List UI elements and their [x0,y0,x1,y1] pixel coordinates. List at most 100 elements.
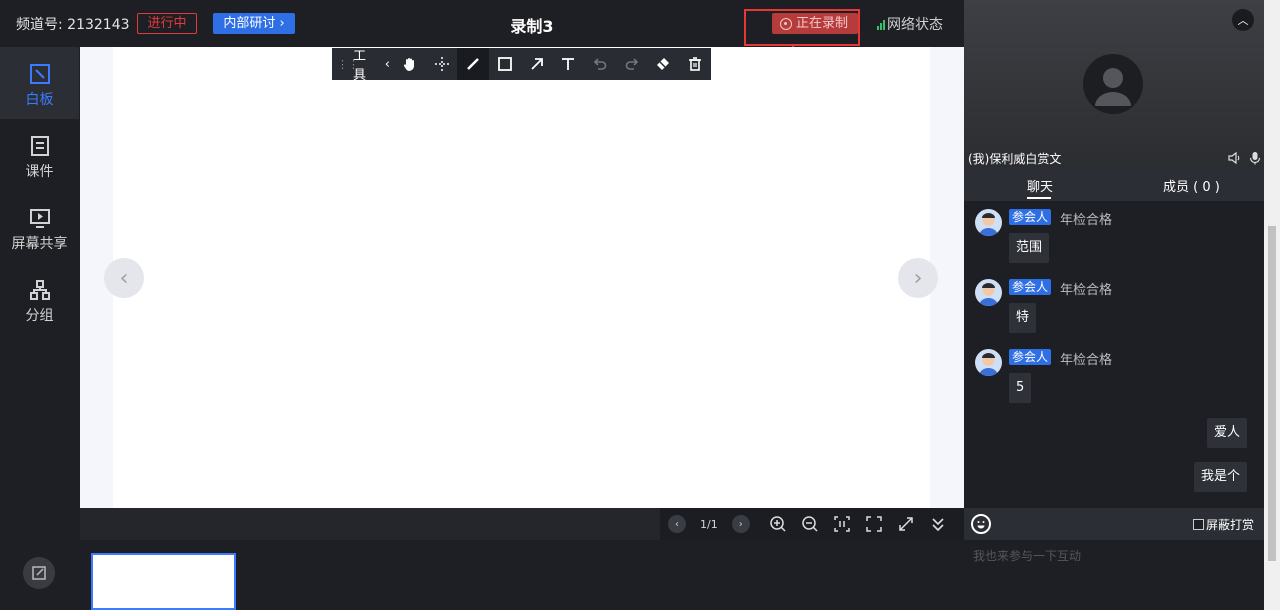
sidebar-item-screen-share[interactable]: 屏幕共享 [0,191,79,263]
next-page-button[interactable]: › [898,258,938,298]
clear-button[interactable] [679,48,711,80]
participant-avatar-icon [975,349,1002,376]
double-chevron-down-icon [932,518,944,532]
sender-name: 年检合格 [1060,283,1113,298]
page-thumbnail[interactable] [91,553,236,610]
group-icon [29,280,50,300]
actual-size-icon [833,516,850,532]
rectangle-tool-button[interactable] [489,48,521,80]
rectangle-icon [498,57,512,71]
whiteboard-icon [29,64,50,84]
user-avatar-icon [1083,54,1143,114]
panel-tabs: 聊天 成员 ( 0 ) [964,167,1264,201]
page-controls: ‹ 1/1 › [660,508,964,540]
redo-icon [625,58,638,70]
courseware-icon [30,136,49,156]
sidebar-item-label: 屏幕共享 [11,236,68,252]
role-tag: 参会人 [1009,209,1052,225]
participant-avatar-icon [975,279,1002,306]
eraser-icon [657,58,670,70]
fit-button[interactable] [890,508,922,540]
prev-page-small-button[interactable]: ‹ [668,515,686,533]
video-controls [1228,151,1262,165]
zoom-out-icon [801,516,818,532]
participant-avatar-icon [975,209,1002,236]
popout-button[interactable] [23,557,55,589]
fit-width-icon [898,517,913,531]
trash-icon [689,57,702,71]
page-title: 录制3 [510,17,554,36]
chat-input[interactable]: 我也来参与一下互动 [964,540,1264,610]
pen-tool-button[interactable] [457,48,490,80]
actual-size-button[interactable] [826,508,858,540]
redo-button[interactable] [616,48,648,80]
block-reward-toggle[interactable]: 屏蔽打赏 [1193,516,1254,533]
channel-number: 频道号: 2132143 [16,17,130,33]
chevron-right-icon: › [913,265,923,291]
zoom-in-button[interactable] [762,508,794,540]
microphone-icon[interactable] [1248,151,1262,165]
role-tag: 参会人 [1009,279,1052,295]
collapse-toolbar-icon[interactable]: ‹ [385,57,390,72]
move-icon [434,57,449,71]
arrow-tool-button[interactable] [521,48,553,80]
move-tool-button[interactable] [426,48,458,80]
eraser-button[interactable] [648,48,680,80]
tab-chat[interactable]: 聊天 [1027,176,1053,195]
hand-tool-button[interactable] [394,48,426,80]
emoji-icon[interactable] [971,514,991,534]
speaker-icon[interactable] [1228,151,1242,165]
chevron-left-icon: ‹ [675,518,679,530]
whiteboard-canvas[interactable] [113,47,930,508]
undo-button[interactable] [584,48,616,80]
toolbar-label[interactable]: 工具 [353,45,379,83]
recording-label: 正在录制 [796,16,849,31]
my-chat-message: 爱人 [1206,418,1247,448]
record-icon [780,17,792,30]
sidebar-item-whiteboard[interactable]: 白板 [0,47,79,119]
block-reward-label: 屏蔽打赏 [1206,518,1255,532]
page-indicator: 1/1 [700,517,718,531]
sidebar-item-courseware[interactable]: 课件 [0,119,79,191]
my-chat-message: 我是个 [1193,462,1247,492]
collapse-video-button[interactable]: ︿ [1232,9,1254,31]
hand-icon [403,58,414,71]
pen-icon [467,58,480,70]
sidebar-item-label: 分组 [25,308,54,324]
tab-members[interactable]: 成员 ( 0 ) [1163,176,1220,195]
scrollbar-thumb[interactable] [1268,226,1276,561]
sender-name: 年检合格 [1060,213,1113,228]
active-tab-indicator [1027,197,1051,199]
zoom-in-icon [769,516,786,532]
network-status[interactable]: 网络状态 [877,14,943,34]
text-icon [562,58,575,70]
meeting-type-button[interactable]: 内部研讨 › [213,13,295,34]
video-user-name: (我)保利威白赏文 [968,152,1062,166]
sender-name: 年检合格 [1060,353,1113,368]
prev-page-button[interactable]: ‹ [104,258,144,298]
undo-icon [593,58,607,70]
network-status-label: 网络状态 [887,17,943,33]
recording-button[interactable]: 正在录制 [772,13,858,34]
sidebar-item-group[interactable]: 分组 [0,263,79,335]
sidebar: 白板 课件 屏幕共享 分组 [0,47,79,610]
fullscreen-icon [865,516,882,532]
sidebar-item-label: 课件 [25,164,54,180]
external-link-icon [32,566,46,580]
drag-handle-icon[interactable]: ⋮⋮ [337,58,359,71]
chevron-right-icon: › [738,518,743,530]
chevron-left-icon: ‹ [119,265,129,291]
sidebar-item-label: 白板 [25,92,54,108]
checkbox-icon[interactable] [1193,519,1204,530]
zoom-out-button[interactable] [794,508,826,540]
arrow-icon [531,58,543,70]
drawing-toolbar: ⋮⋮ 工具 ‹ [332,45,711,83]
fullscreen-button[interactable] [858,508,890,540]
collapse-thumbnails-button[interactable] [922,508,954,540]
chat-message: 5 [1009,373,1032,403]
chevron-up-icon: ︿ [1237,14,1249,27]
signal-icon [877,19,885,30]
next-page-small-button[interactable]: › [731,515,750,533]
text-tool-button[interactable] [553,48,585,80]
screen-share-icon [29,209,50,228]
